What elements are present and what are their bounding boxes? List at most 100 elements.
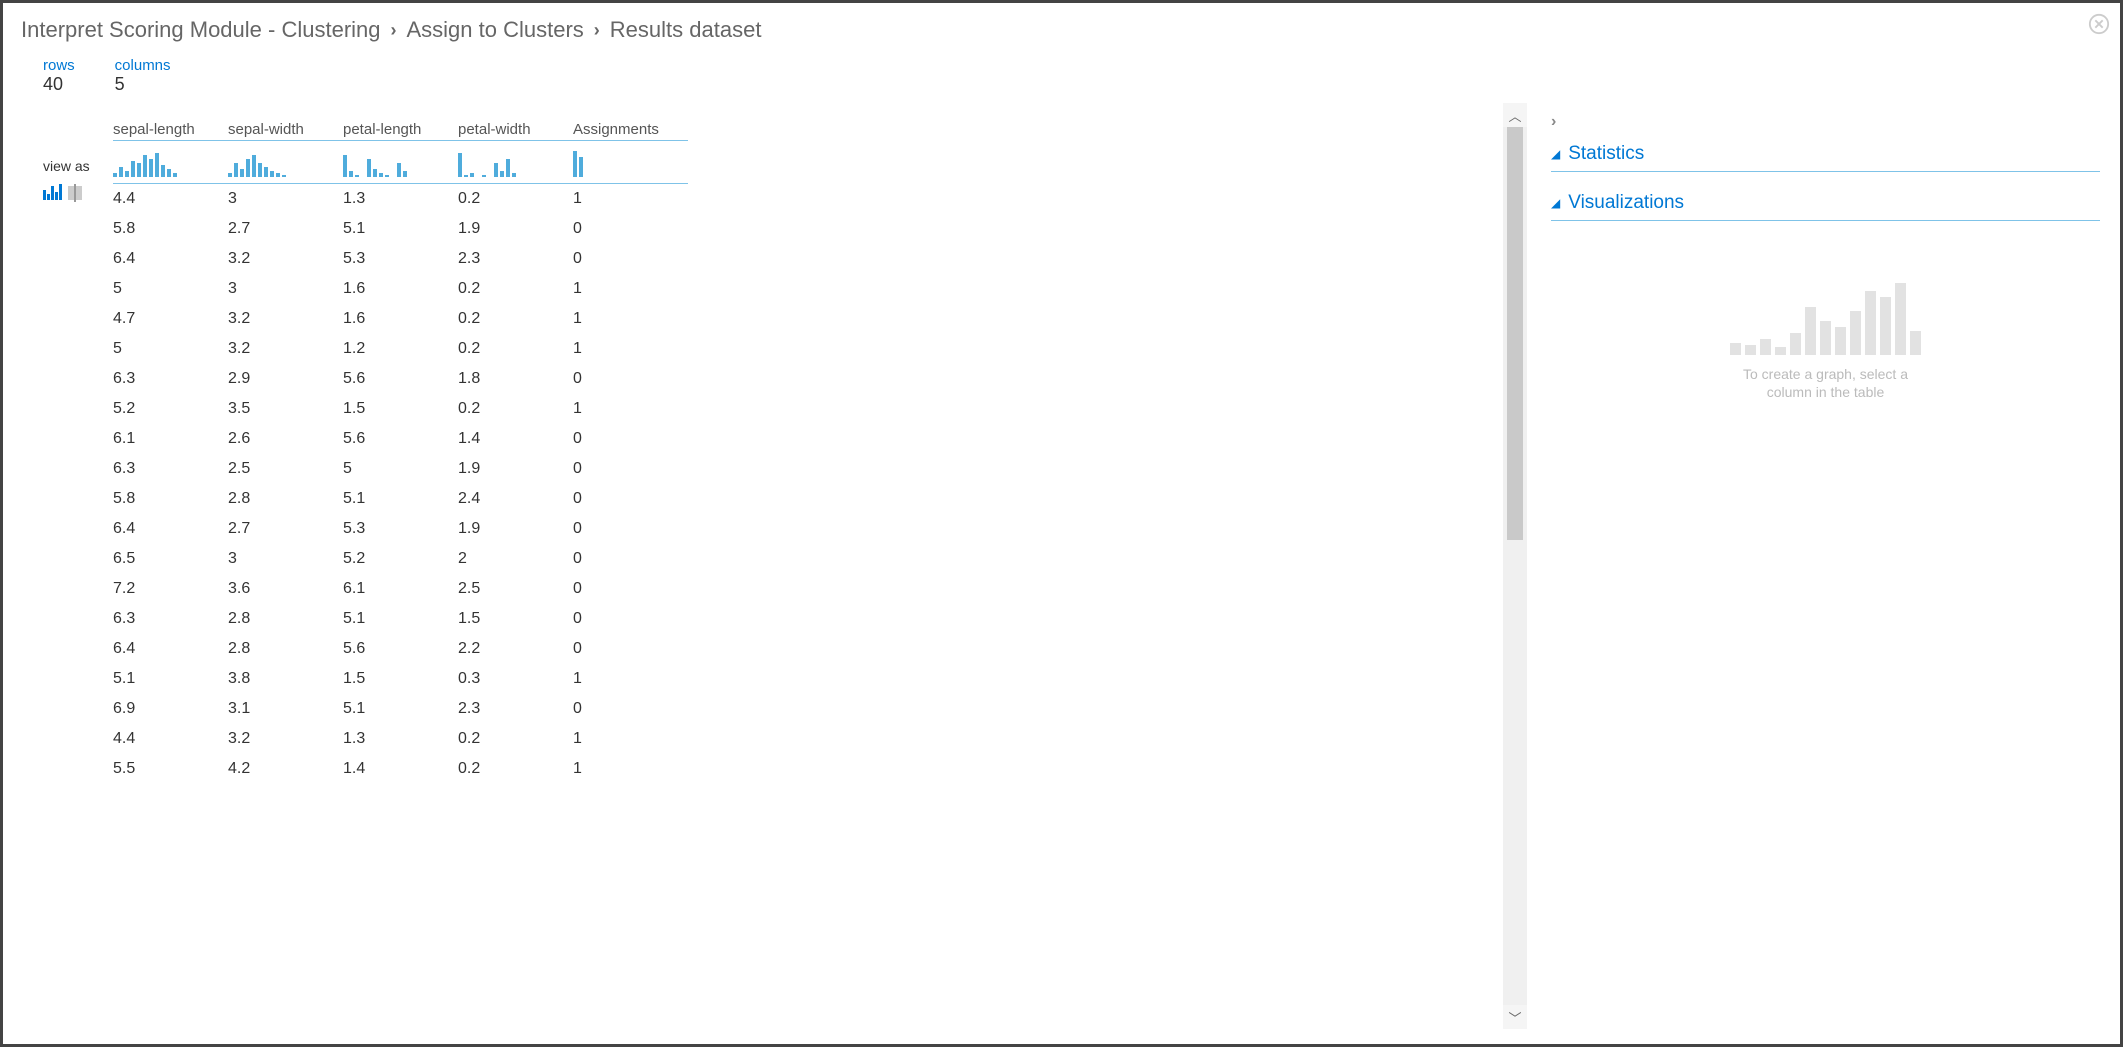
column-histogram[interactable] [458,149,549,177]
table-row[interactable]: 6.32.95.61.80 [113,364,688,394]
table-row[interactable]: 6.93.15.12.30 [113,694,688,724]
table-cell: 5 [113,334,228,364]
visualizations-section-header[interactable]: ◢ Visualizations [1551,186,2100,221]
table-cell: 5.1 [343,484,458,514]
rows-value: 40 [43,74,75,95]
statistics-section-header[interactable]: ◢ Statistics [1551,137,2100,172]
table-cell: 3.6 [228,574,343,604]
visualization-placeholder: To create a graph, select a column in th… [1551,235,2100,401]
table-cell: 1.6 [343,274,458,304]
table-cell: 3.2 [228,724,343,754]
table-cell: 1.3 [343,184,458,215]
column-histogram[interactable] [228,149,319,177]
table-cell: 0 [573,694,688,724]
table-cell: 0 [573,544,688,574]
vertical-scrollbar[interactable]: ︿ ﹀ [1503,103,1527,1029]
table-cell: 1.9 [458,514,573,544]
scroll-thumb[interactable] [1507,127,1523,540]
placeholder-text-line-1: To create a graph, select a [1551,365,2100,383]
table-cell: 5 [113,274,228,304]
table-cell: 0 [573,454,688,484]
table-cell: 0.2 [458,394,573,424]
table-row[interactable]: 4.43.21.30.21 [113,724,688,754]
table-row[interactable]: 5.13.81.50.31 [113,664,688,694]
table-cell: 0 [573,484,688,514]
columns-meta: columns 5 [115,57,171,95]
close-icon[interactable] [2088,13,2110,35]
table-cell: 4.4 [113,724,228,754]
table-row[interactable]: 6.535.220 [113,544,688,574]
table-cell: 2.2 [458,634,573,664]
boxplot-view-icon[interactable] [68,186,82,200]
table-row[interactable]: 6.43.25.32.30 [113,244,688,274]
table-row[interactable]: 4.431.30.21 [113,184,688,215]
table-cell: 0 [573,514,688,544]
table-cell: 2.5 [458,574,573,604]
table-cell: 0.2 [458,754,573,784]
table-row[interactable]: 53.21.20.21 [113,334,688,364]
table-cell: 2.3 [458,244,573,274]
table-cell: 2.7 [228,514,343,544]
table-row[interactable]: 6.32.85.11.50 [113,604,688,634]
table-row[interactable]: 6.42.75.31.90 [113,514,688,544]
table-cell: 1.2 [343,334,458,364]
table-cell: 3.2 [228,334,343,364]
table-cell: 0.3 [458,664,573,694]
table-cell: 5.8 [113,484,228,514]
table-cell: 1 [573,184,688,215]
table-cell: 1.3 [343,724,458,754]
histogram-view-icon[interactable] [43,184,62,200]
scroll-track[interactable] [1503,127,1527,1005]
table-cell: 6.9 [113,694,228,724]
collapse-panel-icon[interactable]: › [1551,113,2100,137]
table-cell: 5.2 [113,394,228,424]
table-cell: 2.4 [458,484,573,514]
table-cell: 6.4 [113,634,228,664]
table-cell: 4.2 [228,754,343,784]
table-row[interactable]: 4.73.21.60.21 [113,304,688,334]
column-header[interactable]: Assignments [573,113,688,141]
table-cell: 5 [343,454,458,484]
table-row[interactable]: 5.23.51.50.21 [113,394,688,424]
breadcrumb-part-1[interactable]: Interpret Scoring Module - Clustering [21,17,381,43]
caret-down-icon: ◢ [1551,196,1560,210]
column-header[interactable]: petal-length [343,113,458,141]
table-row[interactable]: 531.60.21 [113,274,688,304]
table-cell: 5.5 [113,754,228,784]
table-row[interactable]: 7.23.66.12.50 [113,574,688,604]
table-cell: 2.6 [228,424,343,454]
table-cell: 4.4 [113,184,228,215]
table-cell: 1.8 [458,364,573,394]
table-cell: 5.6 [343,424,458,454]
visualizations-label: Visualizations [1568,192,1684,214]
table-cell: 0.2 [458,274,573,304]
table-cell: 1.4 [343,754,458,784]
table-row[interactable]: 5.54.21.40.21 [113,754,688,784]
table-cell: 1 [573,334,688,364]
table-row[interactable]: 5.82.85.12.40 [113,484,688,514]
table-row[interactable]: 5.82.75.11.90 [113,214,688,244]
column-header[interactable]: sepal-length [113,113,228,141]
columns-label: columns [115,57,171,74]
table-cell: 0 [573,214,688,244]
table-row[interactable]: 6.42.85.62.20 [113,634,688,664]
table-cell: 5.8 [113,214,228,244]
table-cell: 4.7 [113,304,228,334]
column-histogram[interactable] [343,149,434,177]
table-cell: 1 [573,394,688,424]
column-histogram[interactable] [113,149,204,177]
table-cell: 2 [458,544,573,574]
table-cell: 2.9 [228,364,343,394]
table-cell: 0 [573,604,688,634]
table-cell: 6.3 [113,604,228,634]
placeholder-chart-icon [1551,275,2100,355]
table-row[interactable]: 6.12.65.61.40 [113,424,688,454]
breadcrumb-part-2[interactable]: Assign to Clusters [407,17,584,43]
column-header[interactable]: sepal-width [228,113,343,141]
scroll-up-icon[interactable]: ︿ [1503,103,1527,127]
table-row[interactable]: 6.32.551.90 [113,454,688,484]
column-header[interactable]: petal-width [458,113,573,141]
column-histogram[interactable] [573,149,664,177]
table-cell: 5.1 [113,664,228,694]
scroll-down-icon[interactable]: ﹀ [1503,1005,1527,1029]
